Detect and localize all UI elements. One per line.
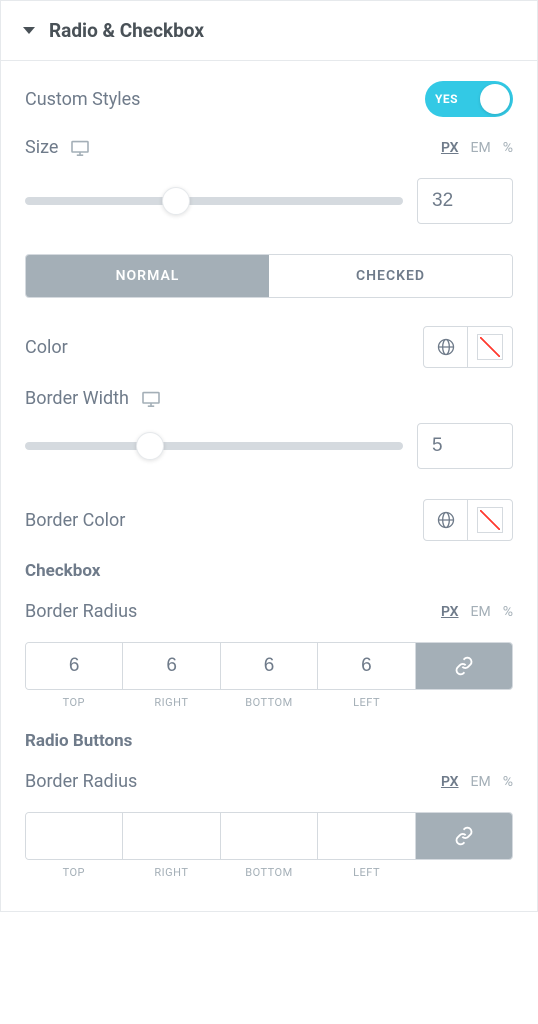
radio-radius-bottom-input[interactable]: [221, 813, 317, 859]
unit-px[interactable]: PX: [441, 604, 459, 620]
color-swatch-none-icon: [477, 507, 503, 533]
link-icon: [454, 656, 474, 676]
desktop-icon[interactable]: [70, 140, 90, 156]
unit-pct[interactable]: %: [503, 140, 513, 156]
checkbox-radius-row: Border Radius PX EM %: [25, 601, 513, 622]
unit-px[interactable]: PX: [441, 774, 459, 790]
radio-radius-link-button[interactable]: [416, 813, 512, 859]
globe-icon: [436, 337, 456, 357]
unit-pct[interactable]: %: [503, 774, 513, 790]
size-label: Size: [25, 137, 90, 158]
tab-normal[interactable]: NORMAL: [26, 255, 269, 297]
checkbox-radius-right-input[interactable]: [123, 643, 219, 689]
border-width-slider-thumb[interactable]: [136, 432, 164, 460]
checkbox-radius-top-input[interactable]: [26, 643, 122, 689]
panel-radio-checkbox: Radio & Checkbox Custom Styles YES Size …: [0, 0, 538, 912]
size-slider[interactable]: [25, 197, 403, 205]
unit-em[interactable]: EM: [471, 774, 491, 790]
radio-radius-row: Border Radius PX EM %: [25, 771, 513, 792]
link-icon: [454, 826, 474, 846]
size-slider-thumb[interactable]: [162, 187, 190, 215]
checkbox-radius-link-button[interactable]: [416, 643, 512, 689]
border-color-swatch-button[interactable]: [468, 500, 512, 540]
color-label: Color: [25, 337, 68, 358]
color-swatch-button[interactable]: [468, 327, 512, 367]
size-units: PX EM %: [441, 140, 513, 156]
panel-title: Radio & Checkbox: [49, 19, 204, 42]
radio-section-title: Radio Buttons: [25, 731, 513, 751]
border-width-slider[interactable]: [25, 442, 403, 450]
border-width-label: Border Width: [25, 388, 161, 409]
radio-radius-top-input[interactable]: [26, 813, 122, 859]
state-tabs: NORMAL CHECKED: [25, 254, 513, 298]
checkbox-radius-bottom-input[interactable]: [221, 643, 317, 689]
radio-radius-grid: [25, 812, 513, 860]
panel-content: Custom Styles YES Size PX EM %: [1, 61, 537, 911]
custom-styles-toggle[interactable]: YES: [425, 81, 513, 117]
color-global-button[interactable]: [424, 327, 468, 367]
panel-header[interactable]: Radio & Checkbox: [1, 1, 537, 61]
checkbox-radius-grid: [25, 642, 513, 690]
checkbox-radius-label: Border Radius: [25, 601, 137, 622]
size-row: Size PX EM %: [25, 137, 513, 158]
globe-icon: [436, 510, 456, 530]
unit-em[interactable]: EM: [471, 140, 491, 156]
radio-radius-right-input[interactable]: [123, 813, 219, 859]
toggle-knob: [480, 84, 510, 114]
unit-px[interactable]: PX: [441, 140, 459, 156]
unit-em[interactable]: EM: [471, 604, 491, 620]
radio-radius-left-input[interactable]: [318, 813, 414, 859]
checkbox-radius-labels: TOP RIGHT BOTTOM LEFT: [25, 696, 513, 709]
caret-down-icon: [23, 27, 35, 34]
radio-radius-labels: TOP RIGHT BOTTOM LEFT: [25, 866, 513, 879]
size-input[interactable]: [417, 178, 513, 224]
checkbox-radius-left-input[interactable]: [318, 643, 414, 689]
border-color-global-button[interactable]: [424, 500, 468, 540]
border-width-slider-row: [25, 423, 513, 469]
desktop-icon[interactable]: [141, 391, 161, 407]
color-row: Color: [25, 326, 513, 368]
border-color-row: Border Color: [25, 499, 513, 541]
custom-styles-label: Custom Styles: [25, 89, 140, 110]
checkbox-section-title: Checkbox: [25, 561, 513, 581]
border-color-label: Border Color: [25, 510, 125, 531]
size-slider-row: [25, 178, 513, 224]
checkbox-radius-units: PX EM %: [441, 604, 513, 620]
custom-styles-row: Custom Styles YES: [25, 81, 513, 117]
color-controls: [423, 326, 513, 368]
radio-radius-label: Border Radius: [25, 771, 137, 792]
border-color-controls: [423, 499, 513, 541]
tab-checked[interactable]: CHECKED: [269, 255, 512, 297]
unit-pct[interactable]: %: [503, 604, 513, 620]
border-width-input[interactable]: [417, 423, 513, 469]
radio-radius-units: PX EM %: [441, 774, 513, 790]
toggle-yes-label: YES: [435, 92, 458, 106]
border-width-row: Border Width: [25, 388, 513, 409]
color-swatch-none-icon: [477, 334, 503, 360]
